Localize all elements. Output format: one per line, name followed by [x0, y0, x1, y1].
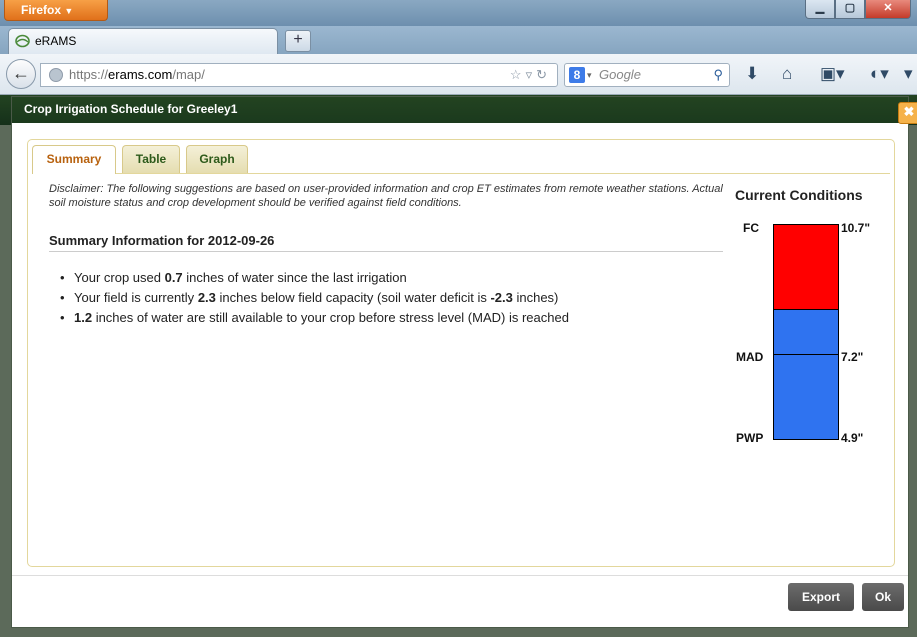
- bullet-value: 2.3: [197, 290, 216, 305]
- summary-list: Your crop used 0.7 inches of water since…: [58, 268, 738, 328]
- mad-value: 7.2": [841, 350, 864, 364]
- bullet-text: inches of water since the last irrigatio…: [182, 270, 407, 285]
- addon-icon[interactable]: ◐▾: [870, 64, 889, 84]
- tab-table[interactable]: Table: [122, 145, 180, 173]
- url-bar[interactable]: https://erams.com/map/ ☆▿↻: [40, 63, 558, 87]
- bullet-value: 1.2: [74, 310, 93, 325]
- erams-favicon-icon: [15, 34, 30, 48]
- current-conditions-title: Current Conditions: [735, 187, 863, 203]
- reload-icon[interactable]: ↻: [536, 67, 551, 82]
- firefox-menu-button[interactable]: Firefox ▼: [4, 0, 108, 21]
- window-controls: ▁ ▢ ✕: [805, 0, 911, 19]
- menu-dropdown-icon[interactable]: ▾: [904, 64, 913, 84]
- tab-graph[interactable]: Graph: [186, 145, 248, 173]
- fc-value: 10.7": [841, 221, 871, 235]
- search-engine-dropdown-icon[interactable]: ▾: [587, 64, 592, 86]
- mad-label: MAD: [736, 350, 764, 364]
- dropdown-arrow-icon: ▼: [64, 6, 74, 16]
- maximize-button[interactable]: ▢: [835, 0, 865, 19]
- bullet-value: -2.3: [490, 290, 513, 305]
- bullet-text: inches below field capacity (soil water …: [215, 290, 491, 305]
- list-item: 1.2 inches of water are still available …: [58, 308, 738, 328]
- home-icon[interactable]: ⌂: [782, 64, 792, 84]
- url-path: /map/: [172, 67, 205, 82]
- tab-bar: Summary Table Graph: [32, 143, 890, 174]
- tab-strip: eRAMS +: [0, 26, 917, 54]
- pwp-label: PWP: [736, 431, 764, 445]
- soil-water-deficit-fill: [774, 225, 838, 310]
- bullet-text: inches of water are still available to y…: [92, 310, 569, 325]
- bullet-text: Your field is currently: [74, 290, 198, 305]
- list-item: Your crop used 0.7 inches of water since…: [58, 268, 738, 288]
- dialog-title: Crop Irrigation Schedule for Greeley1: [12, 97, 908, 123]
- search-bar[interactable]: 8 ▾ Google ⚲: [564, 63, 730, 87]
- tab-title: eRAMS: [35, 34, 77, 48]
- footer-divider: [12, 575, 908, 576]
- firefox-menu-label: Firefox: [21, 3, 62, 17]
- search-placeholder: Google: [599, 67, 641, 82]
- summary-heading: Summary Information for 2012-09-26: [49, 233, 723, 252]
- bookmark-star-icon[interactable]: ☆: [510, 67, 526, 82]
- history-dropdown-icon[interactable]: ▿: [526, 67, 537, 82]
- bullet-text: inches): [512, 290, 559, 305]
- bullet-value: 0.7: [164, 270, 183, 285]
- search-magnifier-icon[interactable]: ⚲: [713, 64, 723, 86]
- browser-tab-erams[interactable]: eRAMS: [8, 28, 278, 54]
- url-tools: ☆▿↻: [510, 64, 551, 86]
- dialog-close-button[interactable]: ✖: [898, 102, 917, 124]
- window-titlebar: Firefox ▼ ▁ ▢ ✕: [0, 0, 917, 26]
- irrigation-dialog: Crop Irrigation Schedule for Greeley1 ✖ …: [11, 96, 917, 628]
- soil-moisture-gauge: [773, 224, 839, 440]
- list-item: Your field is currently 2.3 inches below…: [58, 288, 738, 308]
- bookmarks-menu-icon[interactable]: ▣▾: [820, 64, 845, 84]
- tab-panel: Summary Table Graph Disclaimer: The foll…: [27, 139, 895, 567]
- url-prefix: https://: [69, 67, 109, 82]
- back-button[interactable]: ←: [6, 59, 36, 89]
- globe-icon: [49, 68, 63, 82]
- minimize-button[interactable]: ▁: [805, 0, 835, 19]
- export-button[interactable]: Export: [788, 583, 854, 611]
- tab-summary[interactable]: Summary: [32, 145, 116, 174]
- navigation-bar: ← https://erams.com/map/ ☆▿↻ 8 ▾ Google …: [0, 54, 917, 95]
- google-engine-icon[interactable]: 8: [569, 67, 585, 83]
- fc-label: FC: [743, 221, 759, 235]
- new-tab-button[interactable]: +: [285, 30, 311, 52]
- close-window-button[interactable]: ✕: [865, 0, 911, 19]
- url-host: erams.com: [108, 67, 173, 82]
- disclaimer-text: Disclaimer: The following suggestions ar…: [49, 183, 723, 209]
- download-icon[interactable]: ⬇: [745, 64, 759, 84]
- mad-line: [774, 354, 838, 356]
- ok-button[interactable]: Ok: [862, 583, 904, 611]
- pwp-value: 4.9": [841, 431, 864, 445]
- bullet-text: Your crop used: [74, 270, 165, 285]
